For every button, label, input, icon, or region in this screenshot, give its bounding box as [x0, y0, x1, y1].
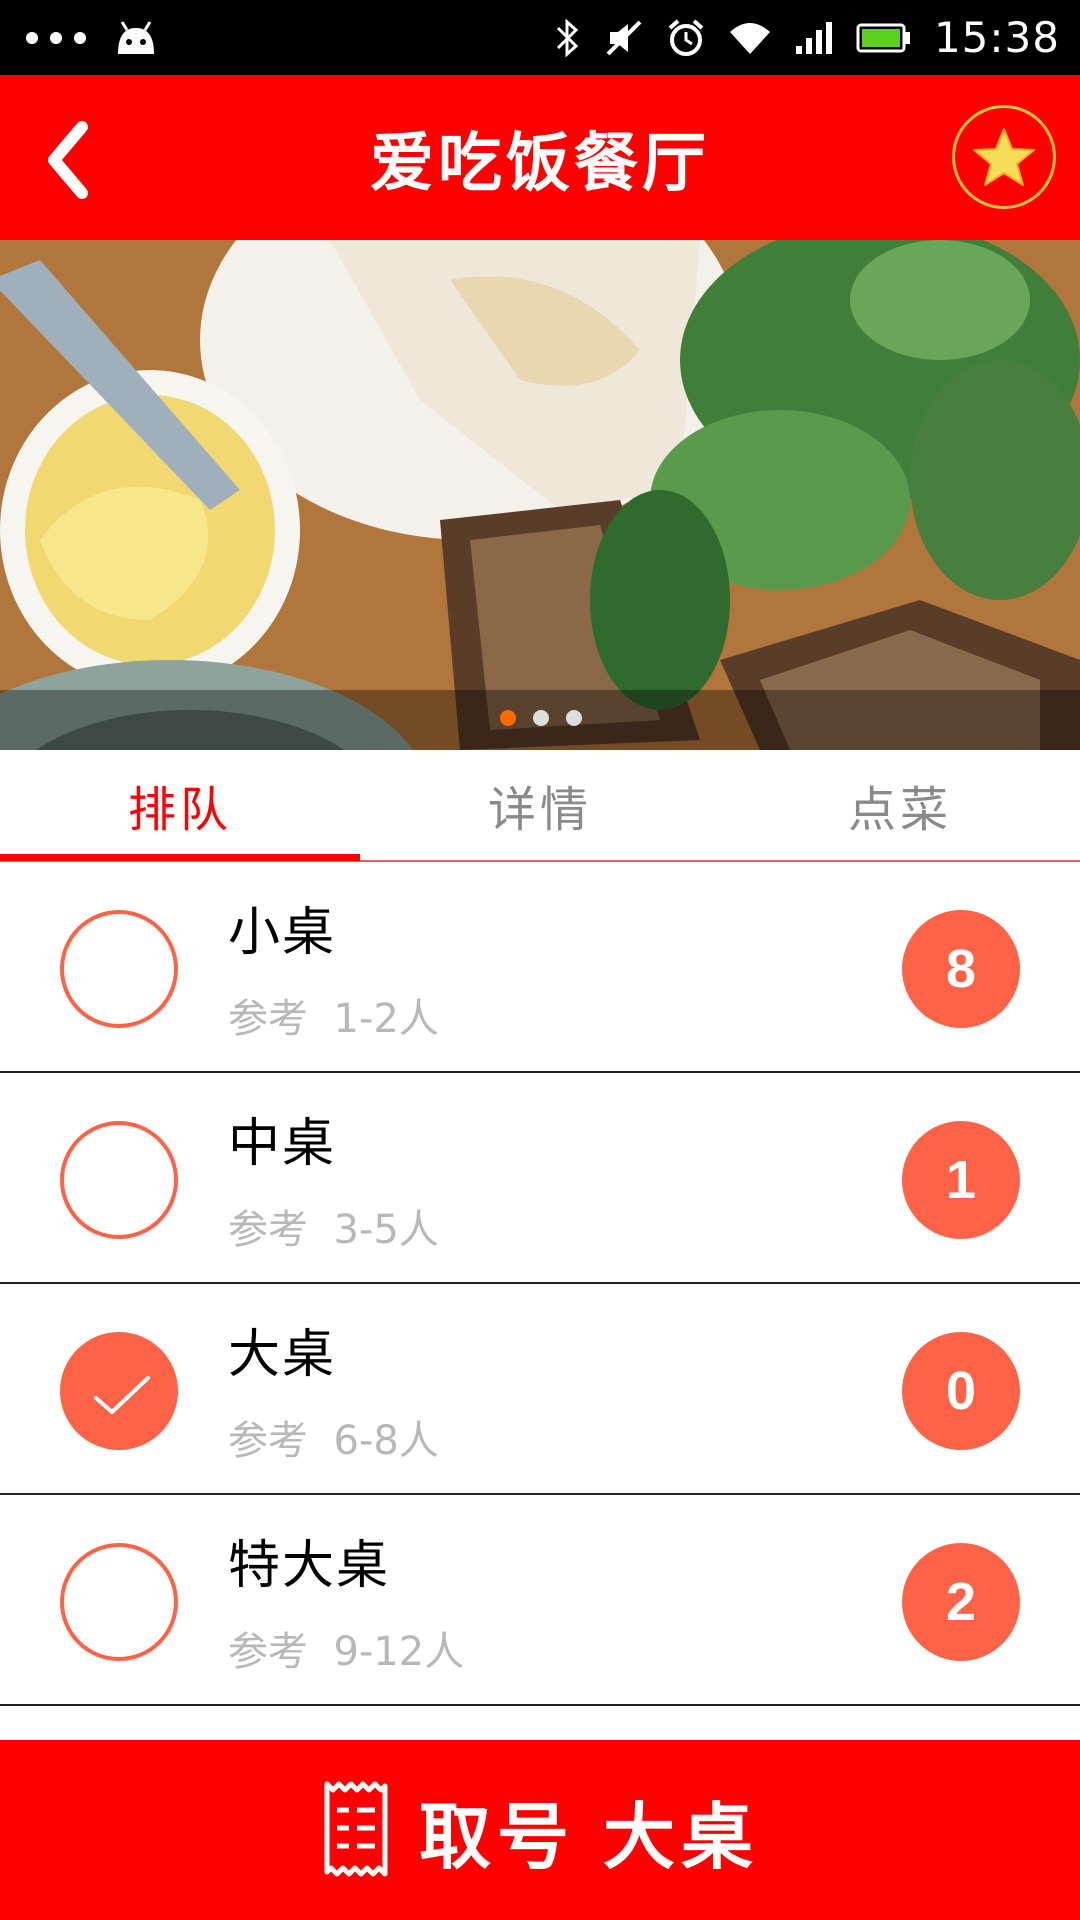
tab-queue[interactable]: 排队 [0, 750, 360, 860]
check-icon [94, 1376, 150, 1414]
radio-button-checked[interactable] [60, 1332, 178, 1450]
queue-count-badge: 1 [902, 1121, 1020, 1239]
queue-count-badge: 8 [902, 910, 1020, 1028]
selected-table-label: 大桌 [603, 1794, 760, 1879]
star-icon [973, 128, 1035, 186]
table-reference: 参考 1-2人 [228, 996, 439, 1042]
take-number-label: 取号 [418, 1794, 575, 1879]
table-option-large[interactable]: 大桌 参考 6-8人 0 [0, 1284, 1080, 1495]
ticket-icon [324, 1781, 388, 1877]
title-bar: 爱吃饭餐厅 [0, 75, 1080, 240]
food-photo [0, 240, 1080, 750]
pager-dot [533, 710, 549, 726]
mute-icon [606, 20, 642, 55]
pager-dot [500, 710, 516, 726]
page-title: 爱吃饭餐厅 [370, 126, 710, 201]
table-option-medium[interactable]: 中桌 参考 3-5人 1 [0, 1073, 1080, 1284]
pager-dot [566, 710, 582, 726]
table-name: 小桌 [228, 903, 337, 963]
status-bar: 15:38 [0, 0, 1080, 75]
radio-button[interactable] [60, 1121, 178, 1239]
table-name: 大桌 [228, 1325, 337, 1385]
signal-icon [795, 21, 832, 54]
queue-count-badge: 0 [902, 1332, 1020, 1450]
table-reference: 参考 6-8人 [228, 1418, 439, 1464]
table-reference: 参考 3-5人 [228, 1207, 439, 1253]
table-name: 中桌 [228, 1114, 337, 1174]
tab-details[interactable]: 详情 [360, 750, 720, 860]
table-reference: 参考 9-12人 [228, 1629, 465, 1675]
table-option-small[interactable]: 小桌 参考 1-2人 8 [0, 862, 1080, 1073]
android-icon [118, 20, 154, 54]
tab-indicator [0, 854, 360, 861]
radio-button[interactable] [60, 1543, 178, 1661]
take-number-button[interactable]: 取号 大桌 [0, 1740, 1080, 1920]
table-size-list: 小桌 参考 1-2人 8 中桌 参考 3-5人 1 大桌 参考 6-8人 0 特… [0, 862, 1080, 1706]
more-dots-icon [26, 31, 86, 44]
status-time: 15:38 [933, 13, 1060, 62]
table-option-xlarge[interactable]: 特大桌 参考 9-12人 2 [0, 1495, 1080, 1706]
wifi-icon [729, 22, 770, 54]
queue-count-badge: 2 [902, 1543, 1020, 1661]
restaurant-banner[interactable] [0, 240, 1080, 750]
battery-icon [856, 23, 910, 52]
alarm-icon [668, 18, 704, 56]
banner-pager [500, 710, 582, 726]
tab-bar: 排队 详情 点菜 [0, 750, 1080, 862]
radio-button[interactable] [60, 910, 178, 1028]
bluetooth-icon [556, 18, 579, 57]
favorite-button[interactable] [952, 105, 1056, 209]
tab-order[interactable]: 点菜 [720, 750, 1080, 860]
table-name: 特大桌 [228, 1536, 391, 1596]
